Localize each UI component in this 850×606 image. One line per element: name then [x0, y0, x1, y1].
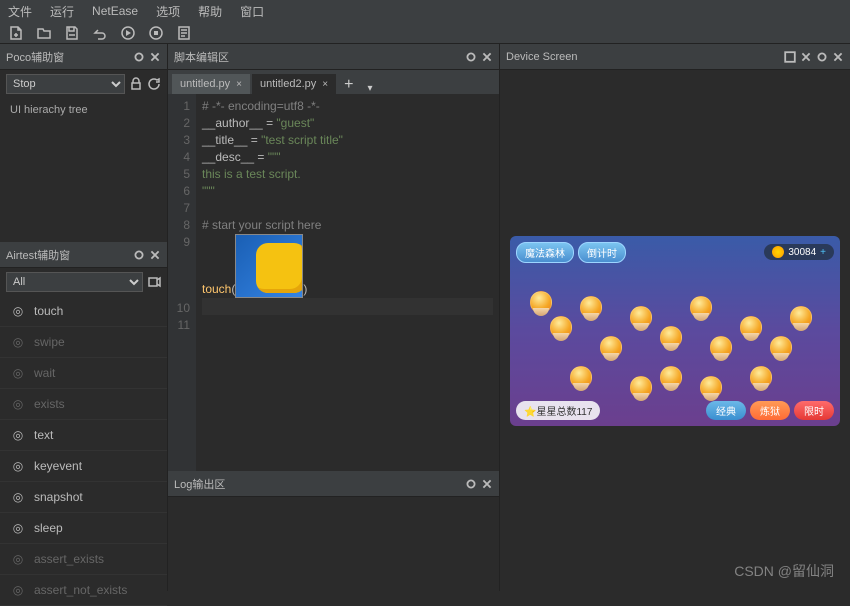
close-icon[interactable] — [481, 51, 493, 63]
minimize-icon[interactable] — [816, 51, 828, 63]
device-screen[interactable]: 魔法森林 倒计时 30084+ ⭐星星总数117 经典 炼狱 限时 — [500, 70, 850, 591]
airtest-item-text[interactable]: ◎text — [0, 420, 167, 451]
game-screenshot: 魔法森林 倒计时 30084+ ⭐星星总数117 经典 炼狱 限时 — [510, 236, 840, 426]
action-icon: ◎ — [10, 582, 26, 598]
template-image[interactable] — [235, 234, 303, 298]
level-node — [700, 376, 722, 398]
open-file-icon[interactable] — [36, 25, 52, 41]
new-file-icon[interactable] — [8, 25, 24, 41]
star-count: ⭐星星总数117 — [516, 401, 600, 420]
level-node — [550, 316, 572, 338]
level-node — [530, 291, 552, 313]
level-node — [690, 296, 712, 318]
device-title: Device Screen — [506, 51, 578, 63]
add-tab-button[interactable]: + — [338, 76, 359, 94]
run-icon[interactable] — [120, 25, 136, 41]
editor-panel-header: 脚本编辑区 — [168, 44, 499, 70]
stop-icon[interactable] — [148, 25, 164, 41]
tab-untitled2.py[interactable]: untitled2.py× — [252, 74, 336, 94]
close-icon[interactable] — [481, 478, 493, 490]
tab-close-icon[interactable]: × — [236, 79, 242, 90]
action-icon: ◎ — [10, 551, 26, 567]
tab-close-icon[interactable]: × — [322, 79, 328, 90]
airtest-filter-select[interactable]: All — [6, 272, 143, 292]
close-icon[interactable] — [149, 249, 161, 261]
settings-icon[interactable] — [800, 51, 812, 63]
close-icon[interactable] — [149, 51, 161, 63]
level-node — [790, 306, 812, 328]
action-icon: ◎ — [10, 365, 26, 381]
level-node — [770, 336, 792, 358]
tab-menu-icon[interactable]: ▾ — [361, 83, 378, 94]
poco-panel-header: Poco辅助窗 — [0, 44, 167, 70]
airtest-item-keyevent[interactable]: ◎keyevent — [0, 451, 167, 482]
level-node — [630, 376, 652, 398]
poco-title: Poco辅助窗 — [6, 49, 64, 65]
menu-bar: 文件 运行 NetEase 选项 帮助 窗口 — [0, 0, 850, 22]
poco-mode-select[interactable]: Stop — [6, 74, 125, 94]
minimize-icon[interactable] — [465, 478, 477, 490]
mode-timed: 限时 — [794, 401, 834, 420]
level-node — [740, 316, 762, 338]
menu-options[interactable]: 选项 — [156, 3, 180, 20]
menu-file[interactable]: 文件 — [8, 3, 32, 20]
airtest-item-wait[interactable]: ◎wait — [0, 358, 167, 389]
editor-title: 脚本编辑区 — [174, 49, 229, 65]
airtest-title: Airtest辅助窗 — [6, 247, 70, 263]
code-editor[interactable]: 1234567891011 # -*- encoding=utf8 -*- __… — [168, 94, 499, 471]
menu-help[interactable]: 帮助 — [198, 3, 222, 20]
airtest-item-touch[interactable]: ◎touch — [0, 296, 167, 327]
level-node — [660, 326, 682, 348]
undo-icon[interactable] — [92, 25, 108, 41]
minimize-icon[interactable] — [465, 51, 477, 63]
level-node — [630, 306, 652, 328]
device-panel-header: Device Screen — [500, 44, 850, 70]
refresh-icon[interactable] — [147, 77, 161, 91]
action-icon: ◎ — [10, 458, 26, 474]
airtest-item-exists[interactable]: ◎exists — [0, 389, 167, 420]
record-icon[interactable] — [147, 275, 161, 289]
airtest-item-snapshot[interactable]: ◎snapshot — [0, 482, 167, 513]
level-node — [570, 366, 592, 388]
mode-classic: 经典 — [706, 401, 746, 420]
menu-netease[interactable]: NetEase — [92, 4, 138, 18]
action-icon: ◎ — [10, 334, 26, 350]
toolbar — [0, 22, 850, 44]
close-icon[interactable] — [832, 51, 844, 63]
level-node — [660, 366, 682, 388]
log-title: Log输出区 — [174, 476, 225, 492]
level-node — [710, 336, 732, 358]
minimize-icon[interactable] — [133, 51, 145, 63]
action-icon: ◎ — [10, 489, 26, 505]
action-icon: ◎ — [10, 520, 26, 536]
action-icon: ◎ — [10, 427, 26, 443]
editor-tabs: untitled.py×untitled2.py× + ▾ — [168, 70, 499, 94]
airtest-panel-header: Airtest辅助窗 — [0, 242, 167, 268]
lock-icon[interactable] — [129, 77, 143, 91]
tab-untitled.py[interactable]: untitled.py× — [172, 74, 250, 94]
watermark: CSDN @留仙洞 — [734, 561, 834, 581]
level-node — [580, 296, 602, 318]
log-panel-header: Log输出区 — [168, 471, 499, 497]
level-node — [600, 336, 622, 358]
code-line: # -*- encoding=utf8 -*- — [202, 99, 320, 113]
menu-window[interactable]: 窗口 — [240, 3, 264, 20]
airtest-item-assert_exists[interactable]: ◎assert_exists — [0, 544, 167, 575]
menu-run[interactable]: 运行 — [50, 3, 74, 20]
action-icon: ◎ — [10, 303, 26, 319]
report-icon[interactable] — [176, 25, 192, 41]
mode-hell: 炼狱 — [750, 401, 790, 420]
hierarchy-label: UI hierachy tree — [0, 98, 167, 122]
minimize-icon[interactable] — [133, 249, 145, 261]
expand-icon[interactable] — [784, 51, 796, 63]
airtest-item-swipe[interactable]: ◎swipe — [0, 327, 167, 358]
airtest-item-sleep[interactable]: ◎sleep — [0, 513, 167, 544]
level-node — [750, 366, 772, 388]
action-icon: ◎ — [10, 396, 26, 412]
save-icon[interactable] — [64, 25, 80, 41]
